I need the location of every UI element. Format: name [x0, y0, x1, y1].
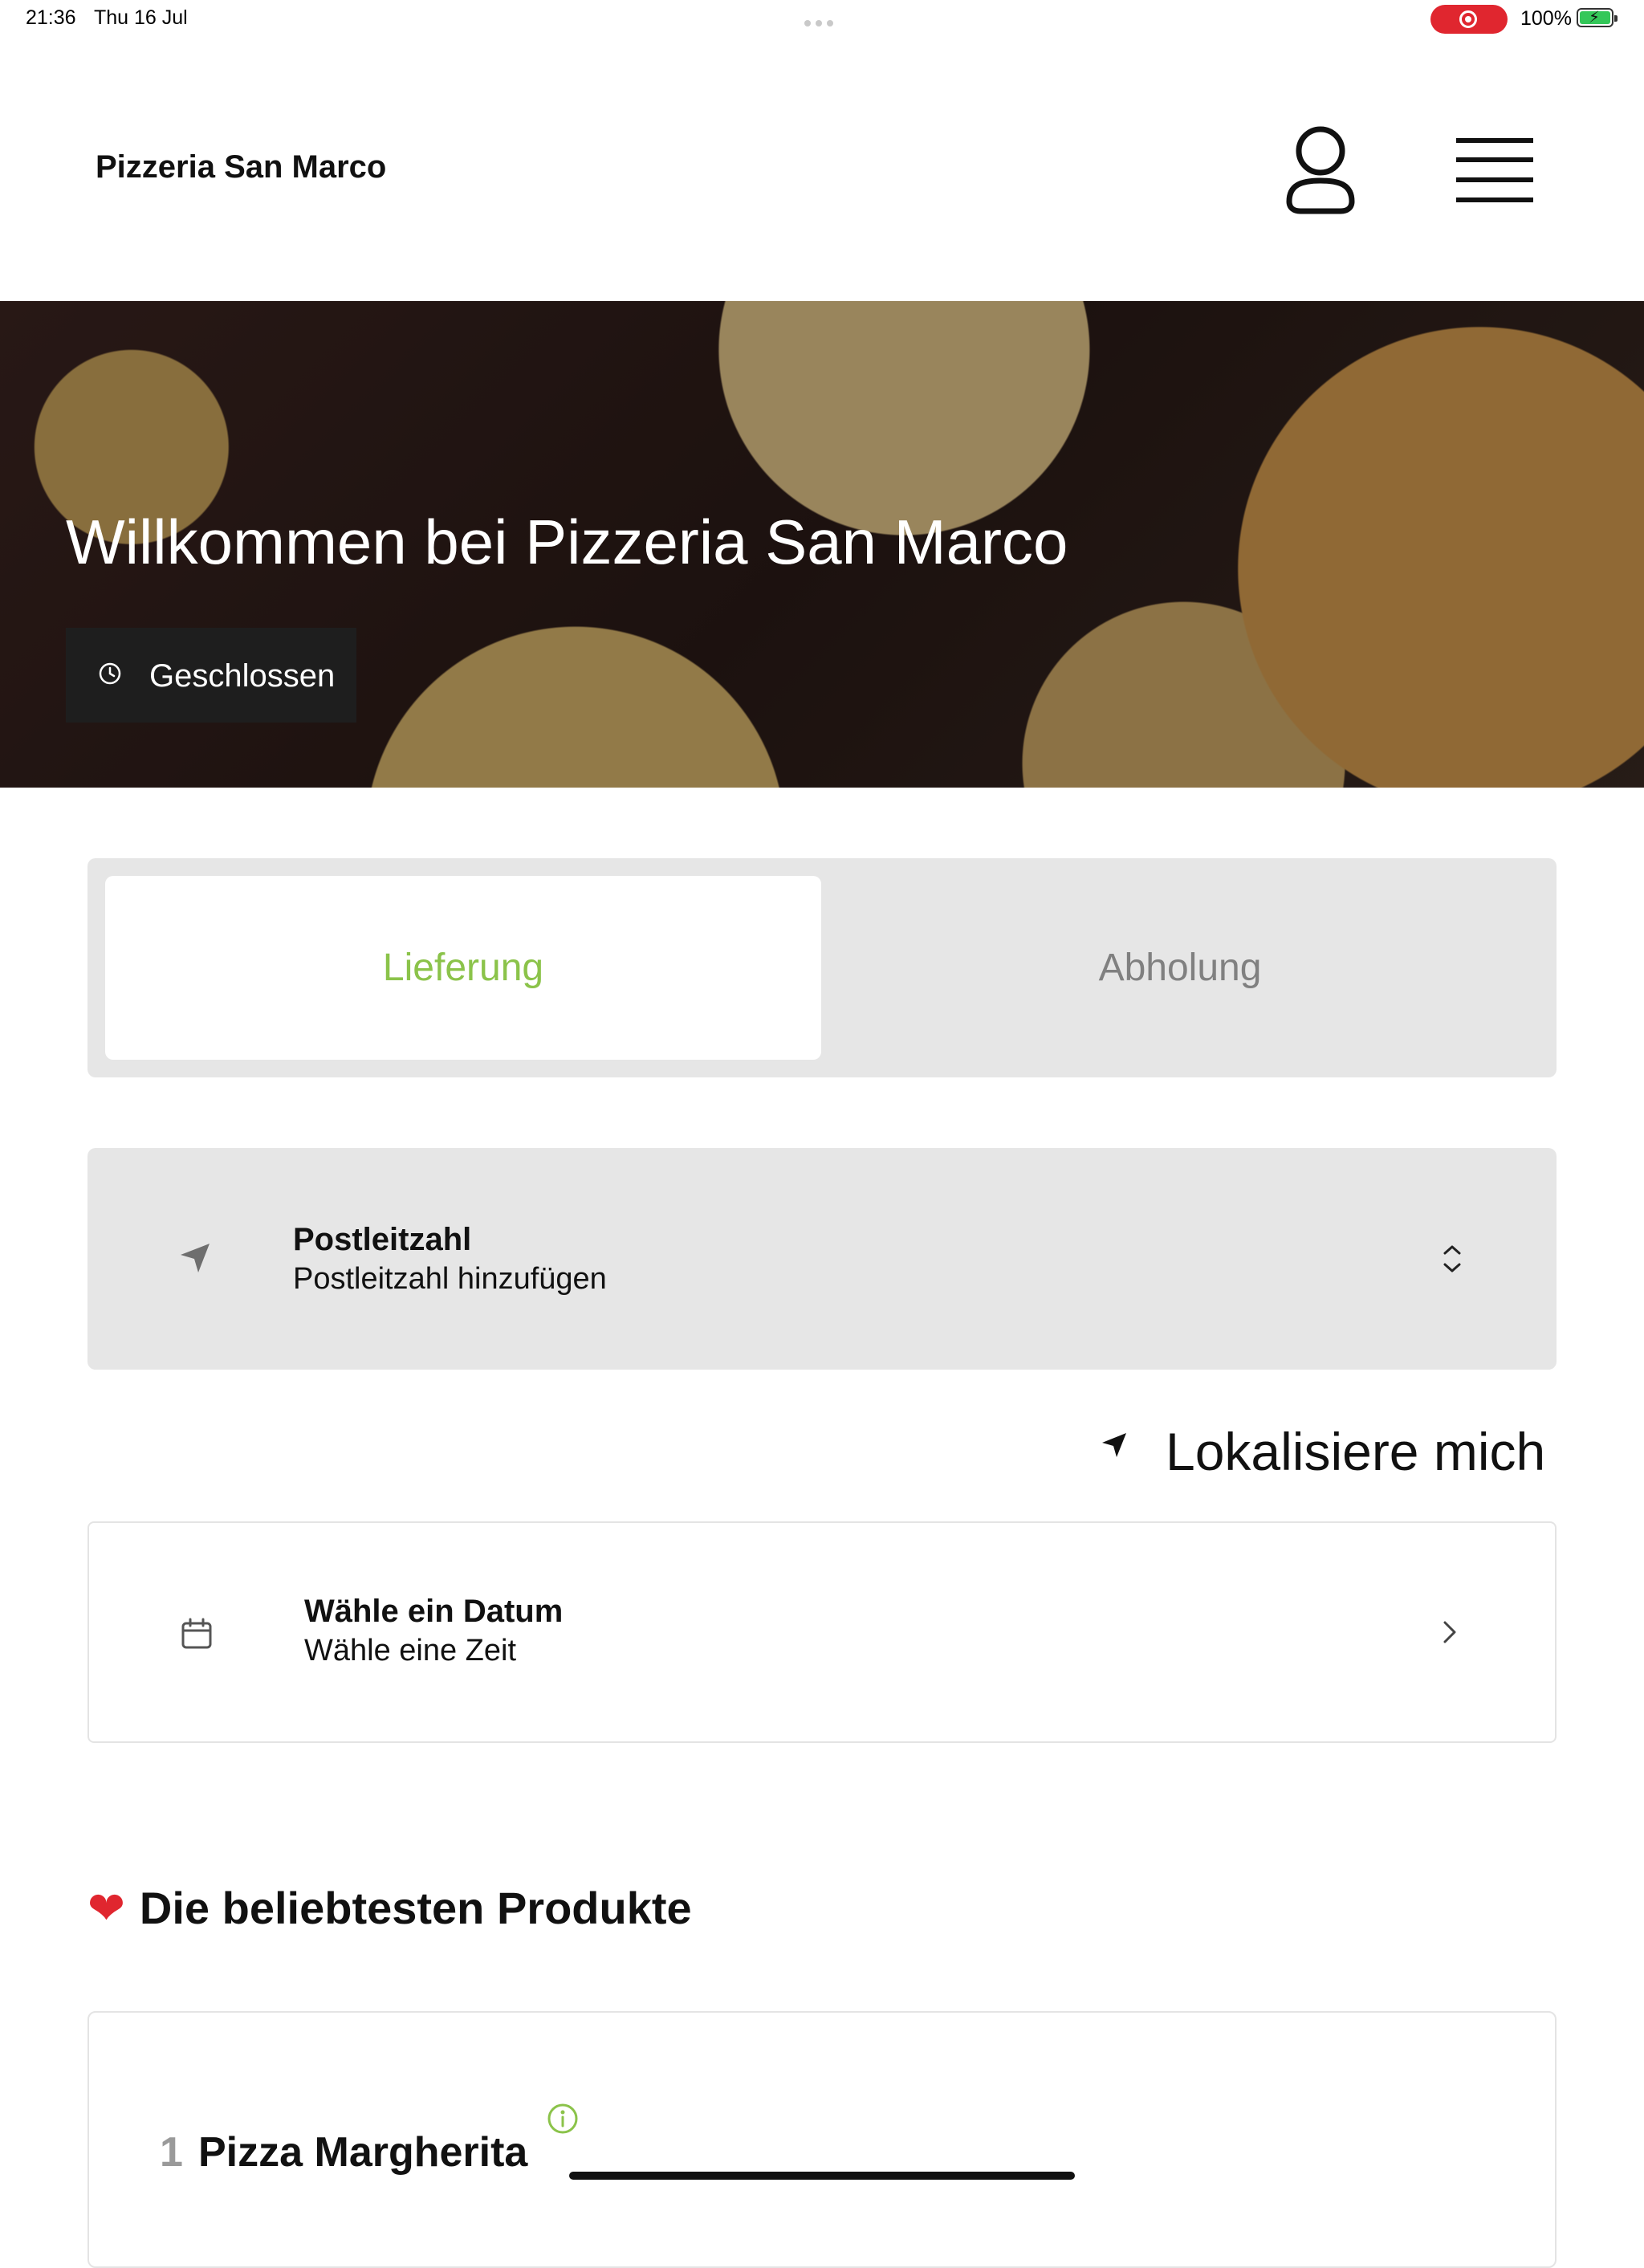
calendar-icon: [181, 1618, 212, 1649]
chevron-up-down-icon: [1443, 1245, 1461, 1272]
user-icon[interactable]: [1283, 124, 1358, 216]
hero-banner: Willkommen bei Pizzeria San Marco Geschl…: [0, 301, 1644, 788]
hero-title: Willkommen bei Pizzeria San Marco: [66, 507, 1068, 577]
status-bar: 21:36 Thu 16 Jul 100% ⚡: [0, 0, 1644, 40]
popular-products-heading: ❤ Die beliebtesten Produkte: [87, 1882, 692, 1935]
product-rank: 1: [160, 2129, 183, 2176]
postcode-placeholder: Postleitzahl hinzufügen: [293, 1262, 607, 1296]
home-indicator[interactable]: [569, 2172, 1075, 2180]
multitasking-dots-icon[interactable]: [804, 16, 840, 26]
status-time: 21:36: [26, 6, 76, 29]
opening-status-label: Geschlossen: [149, 658, 336, 694]
battery-percentage: 100%: [1520, 7, 1572, 30]
time-subtitle: Wähle eine Zeit: [304, 1634, 517, 1667]
order-mode-switch: Lieferung Abholung: [87, 858, 1557, 1077]
location-arrow-icon: [1102, 1433, 1126, 1457]
date-title: Wähle ein Datum: [304, 1594, 564, 1629]
postcode-selector[interactable]: Postleitzahl Postleitzahl hinzufügen: [87, 1148, 1557, 1370]
battery-icon: ⚡: [1577, 8, 1618, 27]
info-icon[interactable]: [547, 2103, 579, 2135]
heart-icon: ❤: [87, 1883, 125, 1933]
locate-me-label: Lokalisiere mich: [1166, 1422, 1546, 1481]
status-date: Thu 16 Jul: [94, 6, 188, 29]
product-name: Pizza Margherita: [198, 2129, 528, 2176]
opening-status-badge: Geschlossen: [66, 628, 356, 723]
locate-me-button[interactable]: Lokalisiere mich: [1100, 1413, 1557, 1481]
date-time-selector[interactable]: Wähle ein Datum Wähle eine Zeit: [87, 1521, 1557, 1743]
clock-icon: [99, 662, 121, 685]
site-title[interactable]: Pizzeria San Marco: [96, 149, 386, 185]
product-card[interactable]: 1 Pizza Margherita: [87, 2011, 1557, 2268]
postcode-title: Postleitzahl: [293, 1222, 472, 1257]
chevron-right-icon: [1443, 1621, 1456, 1643]
popular-products-title: Die beliebtesten Produkte: [139, 1883, 692, 1933]
tab-pickup[interactable]: Abholung: [822, 876, 1538, 1060]
location-arrow-icon: [181, 1244, 210, 1272]
screen-recording-icon[interactable]: [1430, 5, 1508, 34]
tab-delivery[interactable]: Lieferung: [105, 876, 821, 1060]
hamburger-menu-icon[interactable]: [1455, 136, 1535, 204]
